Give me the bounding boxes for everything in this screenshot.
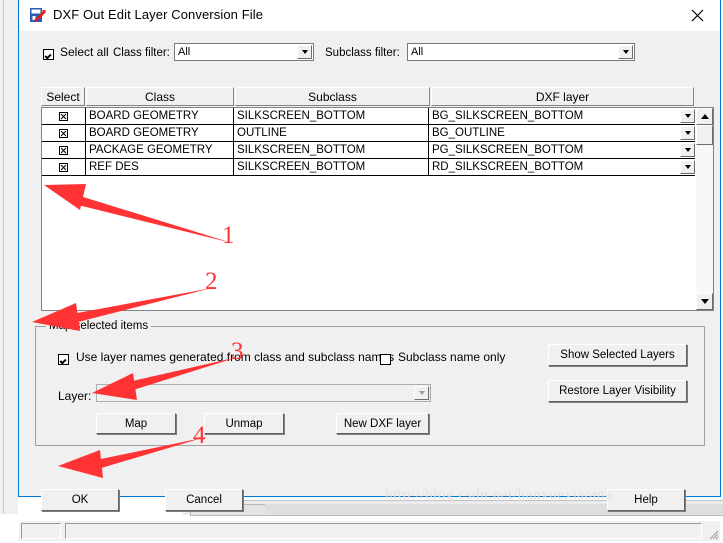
row-select-cell[interactable]: [42, 108, 86, 124]
row-checkbox[interactable]: [59, 111, 68, 121]
restore-layer-visibility-button[interactable]: Restore Layer Visibility: [548, 380, 687, 402]
subclass-filter-label: Subclass filter:: [325, 47, 400, 59]
chevron-down-icon[interactable]: [297, 45, 312, 59]
row-subclass-cell: SILKSCREEN_BOTTOM: [234, 108, 429, 124]
scrollbar-thumb[interactable]: [696, 125, 713, 145]
row-class-cell: REF DES: [86, 159, 234, 175]
dialog-client-area: Select all Class filter: All Subclass fi…: [19, 31, 720, 541]
show-selected-layers-button[interactable]: Show Selected Layers: [548, 344, 687, 366]
close-icon[interactable]: [675, 0, 720, 30]
table-row[interactable]: BOARD GEOMETRY SILKSCREEN_BOTTOM BG_SILK…: [42, 108, 713, 125]
layer-select[interactable]: [96, 384, 431, 402]
window-title: DXF Out Edit Layer Conversion File: [53, 7, 264, 22]
map-selected-items-group: Map selected items Use layer names gener…: [35, 320, 705, 446]
row-checkbox[interactable]: [59, 162, 68, 172]
row-select-cell[interactable]: [42, 142, 86, 158]
column-header-subclass[interactable]: Subclass: [235, 87, 430, 106]
subclass-name-only-checkbox[interactable]: [380, 354, 391, 365]
row-dxf-layer-dropdown-icon[interactable]: [680, 109, 695, 123]
scrollbar-track[interactable]: [696, 125, 713, 293]
class-filter-label: Class filter:: [113, 47, 170, 59]
subclass-name-only-label: Subclass name only: [398, 350, 506, 364]
table-row[interactable]: REF DES SILKSCREEN_BOTTOM RD_SILKSCREEN_…: [42, 159, 713, 176]
row-class-cell: BOARD GEOMETRY: [86, 125, 234, 141]
use-layer-names-label: Use layer names generated from class and…: [76, 350, 395, 364]
chevron-down-icon[interactable]: [618, 45, 633, 59]
status-bar-pane-main: [65, 523, 702, 539]
use-layer-names-checkbox[interactable]: [58, 354, 69, 365]
layer-table-body: BOARD GEOMETRY SILKSCREEN_BOTTOM BG_SILK…: [41, 107, 714, 311]
select-all-label: Select all: [60, 45, 109, 59]
row-class-cell: PACKAGE GEOMETRY: [86, 142, 234, 158]
row-select-cell[interactable]: [42, 159, 86, 175]
row-select-cell[interactable]: [42, 125, 86, 141]
new-dxf-layer-button[interactable]: New DXF layer: [336, 413, 429, 434]
row-subclass-cell: OUTLINE: [234, 125, 429, 141]
row-dxf-layer-cell: RD_SILKSCREEN_BOTTOM: [429, 159, 669, 175]
class-filter-value: All: [178, 46, 191, 58]
row-class-cell: BOARD GEOMETRY: [86, 108, 234, 124]
column-header-class[interactable]: Class: [86, 87, 234, 106]
column-header-select[interactable]: Select: [41, 87, 85, 106]
cancel-button[interactable]: Cancel: [165, 489, 243, 511]
layer-label: Layer:: [58, 389, 92, 403]
table-vertical-scrollbar[interactable]: [695, 108, 713, 310]
dxf-layer-conversion-dialog: DXF Out Edit Layer Conversion File Selec…: [18, 0, 721, 541]
row-dxf-layer-cell: BG_OUTLINE: [429, 125, 669, 141]
resize-grip[interactable]: [707, 528, 719, 540]
row-subclass-cell: SILKSCREEN_BOTTOM: [234, 159, 429, 175]
select-all-checkbox[interactable]: [43, 49, 54, 60]
row-dxf-layer-cell: BG_SILKSCREEN_BOTTOM: [429, 108, 669, 124]
help-button[interactable]: Help: [607, 489, 685, 511]
unmap-button[interactable]: Unmap: [204, 413, 284, 434]
title-bar: DXF Out Edit Layer Conversion File: [19, 0, 720, 31]
row-dxf-layer-dropdown-icon[interactable]: [680, 126, 695, 140]
subclass-filter-value: All: [411, 46, 424, 58]
filter-toolbar: Select all Class filter: All Subclass fi…: [19, 31, 720, 73]
background-window-divider: [3, 0, 4, 514]
table-row[interactable]: PACKAGE GEOMETRY SILKSCREEN_BOTTOM PG_SI…: [42, 142, 713, 159]
row-subclass-cell: SILKSCREEN_BOTTOM: [234, 142, 429, 158]
map-button[interactable]: Map: [96, 413, 176, 434]
status-bar: [19, 521, 720, 541]
layer-table-header: Select Class Subclass DXF layer: [41, 87, 696, 106]
status-bar-pane-small: [21, 523, 61, 539]
column-header-dxf-layer[interactable]: DXF layer: [431, 87, 694, 106]
group-title: Map selected items: [46, 320, 152, 332]
row-checkbox[interactable]: [59, 145, 68, 155]
ok-button[interactable]: OK: [41, 489, 119, 511]
chevron-down-icon[interactable]: [414, 386, 429, 400]
scroll-down-icon[interactable]: [696, 293, 713, 310]
scroll-up-icon[interactable]: [696, 108, 713, 125]
subclass-filter-select[interactable]: All: [407, 43, 635, 61]
dxf-app-icon: [29, 7, 46, 24]
row-dxf-layer-dropdown-icon[interactable]: [680, 143, 695, 157]
class-filter-select[interactable]: All: [174, 43, 314, 61]
row-dxf-layer-dropdown-icon[interactable]: [680, 160, 695, 174]
row-dxf-layer-cell: PG_SILKSCREEN_BOTTOM: [429, 142, 669, 158]
row-checkbox[interactable]: [59, 128, 68, 138]
table-row[interactable]: BOARD GEOMETRY OUTLINE BG_OUTLINE: [42, 125, 713, 142]
